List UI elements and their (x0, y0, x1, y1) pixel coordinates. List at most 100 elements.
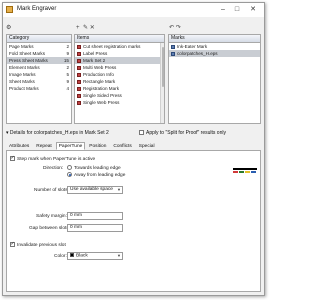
safety-margin-input[interactable]: 0 mm (67, 212, 123, 220)
invalidate-slot-label: Invalidate previous slot (17, 243, 66, 248)
item-label: Rectangle Mark (83, 79, 116, 84)
app-icon (6, 6, 13, 13)
category-label: Fold Sheet Marks (9, 51, 45, 56)
category-count: 15 (63, 58, 69, 63)
color-swatch (70, 253, 74, 257)
slots-label: Number of slots: (34, 188, 69, 193)
towards-label: Towards leading edge (74, 166, 121, 171)
category-label: Image Marks (9, 72, 36, 77)
color-dropdown[interactable]: Black ▼ (67, 252, 123, 260)
away-label: Away from leading edge (74, 173, 126, 178)
category-row[interactable]: Element Marks 2 (7, 64, 71, 71)
tab-strip: Attributes Repeat PaperTune Position Conflic… (6, 142, 261, 150)
category-label: Press Sheet Marks (9, 58, 48, 63)
item-row-selected[interactable]: Mark Set 2 (75, 57, 164, 64)
category-label: Sheet Marks (9, 79, 35, 84)
item-label: Mark Set 2 (83, 58, 106, 63)
slots-dropdown[interactable]: Use available space ▼ (67, 186, 123, 194)
category-row-selected[interactable]: Press Sheet Marks 15 (7, 57, 71, 64)
checkbox-box[interactable] (139, 130, 144, 135)
mark-icon (77, 79, 81, 84)
category-row[interactable]: Page Marks 2 (7, 43, 71, 50)
tab-attributes[interactable]: Attributes (6, 142, 32, 150)
marks-header: Marks (169, 35, 260, 43)
item-label: Single Web Press (83, 100, 120, 105)
items-panel: Items Cut sheet registration marks Label… (74, 34, 165, 124)
step-mark-checkbox[interactable]: Step mark when PaperTune is active (10, 155, 95, 162)
gap-label: Gap between slots: (29, 226, 71, 231)
item-row[interactable]: Rectangle Mark (75, 78, 164, 85)
radio-button[interactable] (67, 165, 72, 170)
category-label: Page Marks (9, 44, 34, 49)
details-label: Details for colorpatches_H.eps in Mark S… (9, 130, 109, 136)
gap-input[interactable]: 0 mm (67, 224, 123, 232)
mark-icon (77, 58, 81, 63)
direction-illustration (233, 165, 257, 177)
mark-row-selected[interactable]: colorpatches_H.eps (169, 50, 260, 57)
mark-icon (77, 100, 81, 105)
checkbox-box[interactable] (10, 241, 15, 247)
item-row[interactable]: Production Info (75, 71, 164, 78)
checkbox-box[interactable] (10, 155, 15, 161)
close-button[interactable]: ✕ (247, 5, 259, 14)
towards-radio[interactable]: Towards leading edge (67, 165, 121, 171)
mark-icon (77, 65, 81, 70)
item-row[interactable]: Registration Mark (75, 85, 164, 92)
mark-icon (77, 93, 81, 98)
items-scroll-thumb[interactable] (161, 47, 164, 87)
item-label: Production Info (83, 72, 114, 77)
item-row[interactable]: Multi Web Press (75, 64, 164, 71)
marks-panel: Marks Ink-Eater Mark colorpatches_H.eps (168, 34, 261, 124)
tab-special[interactable]: Special (136, 142, 158, 150)
items-scrollbar[interactable] (160, 43, 164, 123)
tab-conflicts[interactable]: Conflicts (110, 142, 134, 150)
item-label: Registration Mark (83, 86, 119, 91)
category-count: 9 (66, 51, 69, 56)
category-count: 5 (66, 72, 69, 77)
item-row[interactable]: Single Sided Press (75, 92, 164, 99)
item-row[interactable]: Label Press (75, 50, 164, 57)
item-label: Single Sided Press (83, 93, 122, 98)
maximize-button[interactable]: □ (231, 5, 243, 14)
chevron-down-icon: ▼ (117, 187, 121, 192)
mark-tools-icon[interactable]: ✎ ✕ (83, 24, 95, 32)
item-label: Cut sheet registration marks (83, 44, 141, 49)
document-icon (171, 44, 175, 49)
tab-repeat[interactable]: Repeat (33, 142, 54, 150)
title-bar: Mark Engraver – □ ✕ (3, 3, 264, 17)
away-radio[interactable]: Away from leading edge (67, 172, 125, 178)
mark-icon (77, 51, 81, 56)
mark-label: Ink-Eater Mark (177, 44, 208, 49)
category-row[interactable]: Fold Sheet Marks 9 (7, 50, 71, 57)
category-label: Element Marks (9, 65, 40, 70)
undo-redo-icon[interactable]: ↶ ↷ (169, 24, 181, 32)
apply-split-proof-label: Apply to "Split for Proof" results only (146, 130, 226, 136)
apply-split-proof-checkbox[interactable]: Apply to "Split for Proof" results only (139, 129, 226, 138)
category-row[interactable]: Sheet Marks 9 (7, 78, 71, 85)
tab-papertune[interactable]: PaperTune (55, 142, 86, 150)
invalidate-slot-checkbox[interactable]: Invalidate previous slot (10, 241, 66, 248)
category-count: 9 (66, 79, 69, 84)
add-mark-button[interactable]: + (76, 24, 80, 32)
category-count: 2 (66, 65, 69, 70)
settings-icon[interactable]: ⚙ (6, 24, 11, 32)
item-row[interactable]: Single Web Press (75, 99, 164, 106)
category-label: Product Marks (9, 86, 39, 91)
item-row[interactable]: Cut sheet registration marks (75, 43, 164, 50)
safety-margin-label: Safety margin: (36, 214, 67, 219)
item-label: Multi Web Press (83, 65, 117, 70)
item-label: Label Press (83, 51, 108, 56)
papertune-panel: Step mark when PaperTune is active Direc… (6, 150, 261, 292)
category-row[interactable]: Image Marks 5 (7, 71, 71, 78)
window-title: Mark Engraver (17, 6, 57, 12)
category-row[interactable]: Product Marks 4 (7, 85, 71, 92)
mark-label: colorpatches_H.eps (177, 51, 218, 56)
chevron-down-icon: ▼ (117, 253, 121, 258)
mark-icon (77, 72, 81, 77)
category-count: 2 (66, 44, 69, 49)
radio-button[interactable] (67, 172, 72, 177)
minimize-button[interactable]: – (217, 5, 229, 14)
tab-position[interactable]: Position (86, 142, 109, 150)
mark-row[interactable]: Ink-Eater Mark (169, 43, 260, 50)
slots-value: Use available space (70, 187, 113, 192)
